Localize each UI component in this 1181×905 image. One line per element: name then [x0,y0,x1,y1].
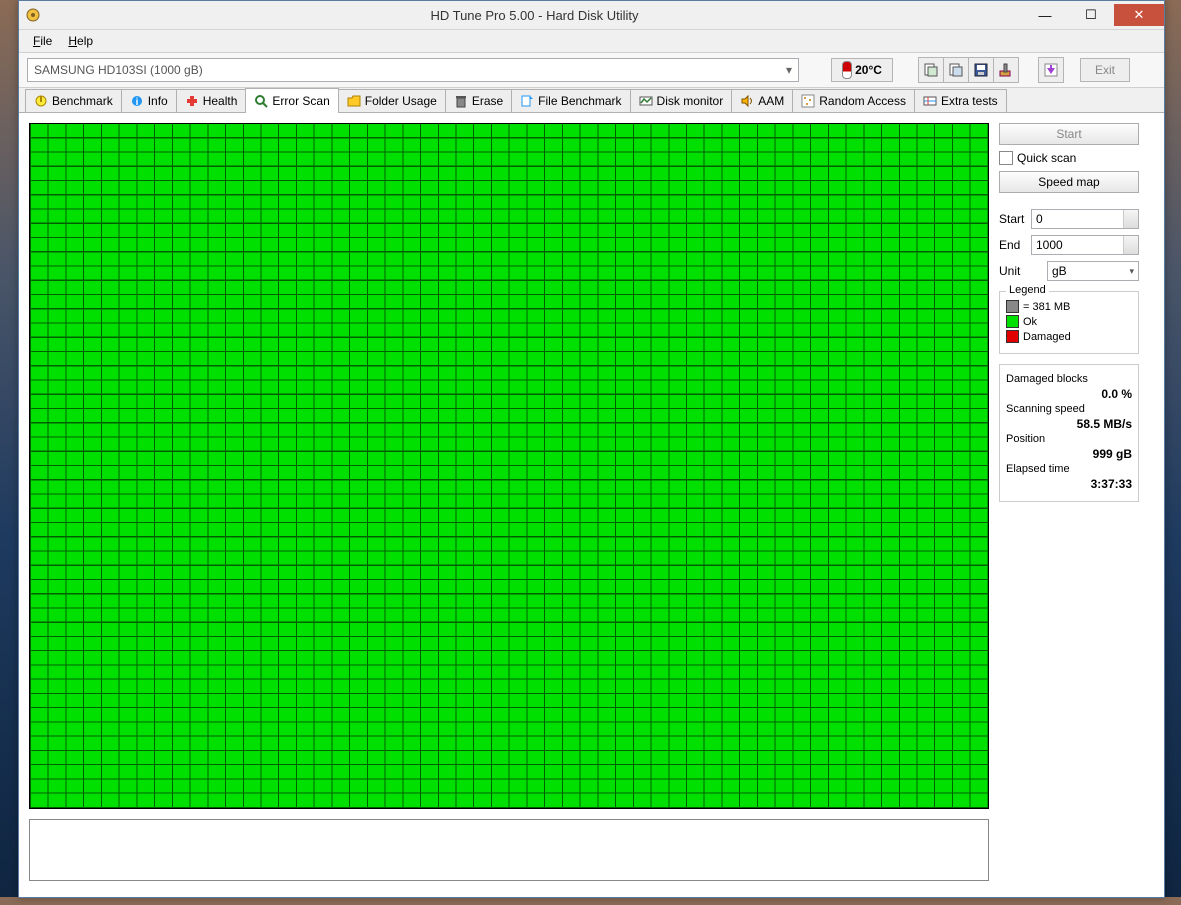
app-window: HD Tune Pro 5.00 - Hard Disk Utility — ☐… [18,0,1165,898]
tab-disk-monitor[interactable]: Disk monitor [630,89,733,112]
tab-content: Start Quick scan Speed map Start 0▲▼ End… [19,113,1164,905]
menu-help[interactable]: Help [60,32,101,50]
tabstrip: Benchmark iInfo Health Error Scan Folder… [19,88,1164,113]
toolbar: SAMSUNG HD103SI (1000 gB) 20°C Exit [19,53,1164,88]
exit-button[interactable]: Exit [1080,58,1130,82]
menubar: File Help [19,30,1164,53]
tab-health[interactable]: Health [176,89,247,112]
temperature-value: 20°C [855,63,882,77]
tab-file-benchmark[interactable]: File Benchmark [511,89,630,112]
down-arrow-button[interactable] [1038,57,1064,83]
thermometer-icon [842,61,852,79]
close-button[interactable]: ✕ [1114,4,1164,26]
position-value: 999 gB [1006,447,1132,461]
elapsed-time-value: 3:37:33 [1006,477,1132,491]
minimize-button[interactable]: — [1022,4,1068,26]
legend-damaged-icon [1006,330,1019,343]
drive-selector-text: SAMSUNG HD103SI (1000 gB) [34,63,203,77]
drive-selector[interactable]: SAMSUNG HD103SI (1000 gB) [27,58,799,82]
legend-damaged-text: Damaged [1023,331,1071,343]
quick-scan-label: Quick scan [1017,151,1076,165]
unit-select[interactable]: gB [1047,261,1139,281]
unit-label: Unit [999,264,1043,278]
legend-block-text: = 381 MB [1023,301,1070,313]
legend-ok-icon [1006,315,1019,328]
scan-grid [29,123,989,809]
tab-extra-tests[interactable]: Extra tests [914,89,1007,112]
stats-group: Damaged blocks 0.0 % Scanning speed 58.5… [999,364,1139,502]
tab-aam[interactable]: AAM [731,89,793,112]
menu-file[interactable]: File [25,32,60,50]
damaged-blocks-label: Damaged blocks [1006,373,1132,385]
end-input[interactable]: 1000▲▼ [1031,235,1139,255]
save-button[interactable] [968,57,994,83]
tab-random-access[interactable]: Random Access [792,89,915,112]
app-icon [25,7,41,23]
temperature-display: 20°C [831,58,893,82]
tab-folder-usage[interactable]: Folder Usage [338,89,446,112]
damaged-blocks-value: 0.0 % [1006,387,1132,401]
quick-scan-checkbox[interactable] [999,151,1013,165]
scanning-speed-value: 58.5 MB/s [1006,417,1132,431]
elapsed-time-label: Elapsed time [1006,463,1132,475]
legend-ok-text: Ok [1023,316,1037,328]
legend-block-icon [1006,300,1019,313]
scanning-speed-label: Scanning speed [1006,403,1132,415]
legend-title: Legend [1006,284,1049,296]
copy-screenshot-button[interactable] [943,57,969,83]
message-area [29,819,989,881]
titlebar: HD Tune Pro 5.00 - Hard Disk Utility — ☐… [19,1,1164,30]
settings-button[interactable] [993,57,1019,83]
tab-erase[interactable]: Erase [445,89,512,112]
maximize-button[interactable]: ☐ [1068,4,1114,26]
copy-text-button[interactable] [918,57,944,83]
toolbar-icons [919,57,1019,83]
start-label: Start [999,212,1027,226]
end-label: End [999,238,1027,252]
svg-text:i: i [135,97,138,108]
speed-map-button[interactable]: Speed map [999,171,1139,193]
start-input[interactable]: 0▲▼ [1031,209,1139,229]
window-title: HD Tune Pro 5.00 - Hard Disk Utility [47,8,1022,23]
position-label: Position [1006,433,1132,445]
tab-benchmark[interactable]: Benchmark [25,89,122,112]
start-button[interactable]: Start [999,123,1139,145]
tab-error-scan[interactable]: Error Scan [245,88,338,113]
tab-info[interactable]: iInfo [121,89,177,112]
side-panel: Start Quick scan Speed map Start 0▲▼ End… [999,123,1139,895]
legend-group: Legend = 381 MB Ok Damaged [999,291,1139,354]
